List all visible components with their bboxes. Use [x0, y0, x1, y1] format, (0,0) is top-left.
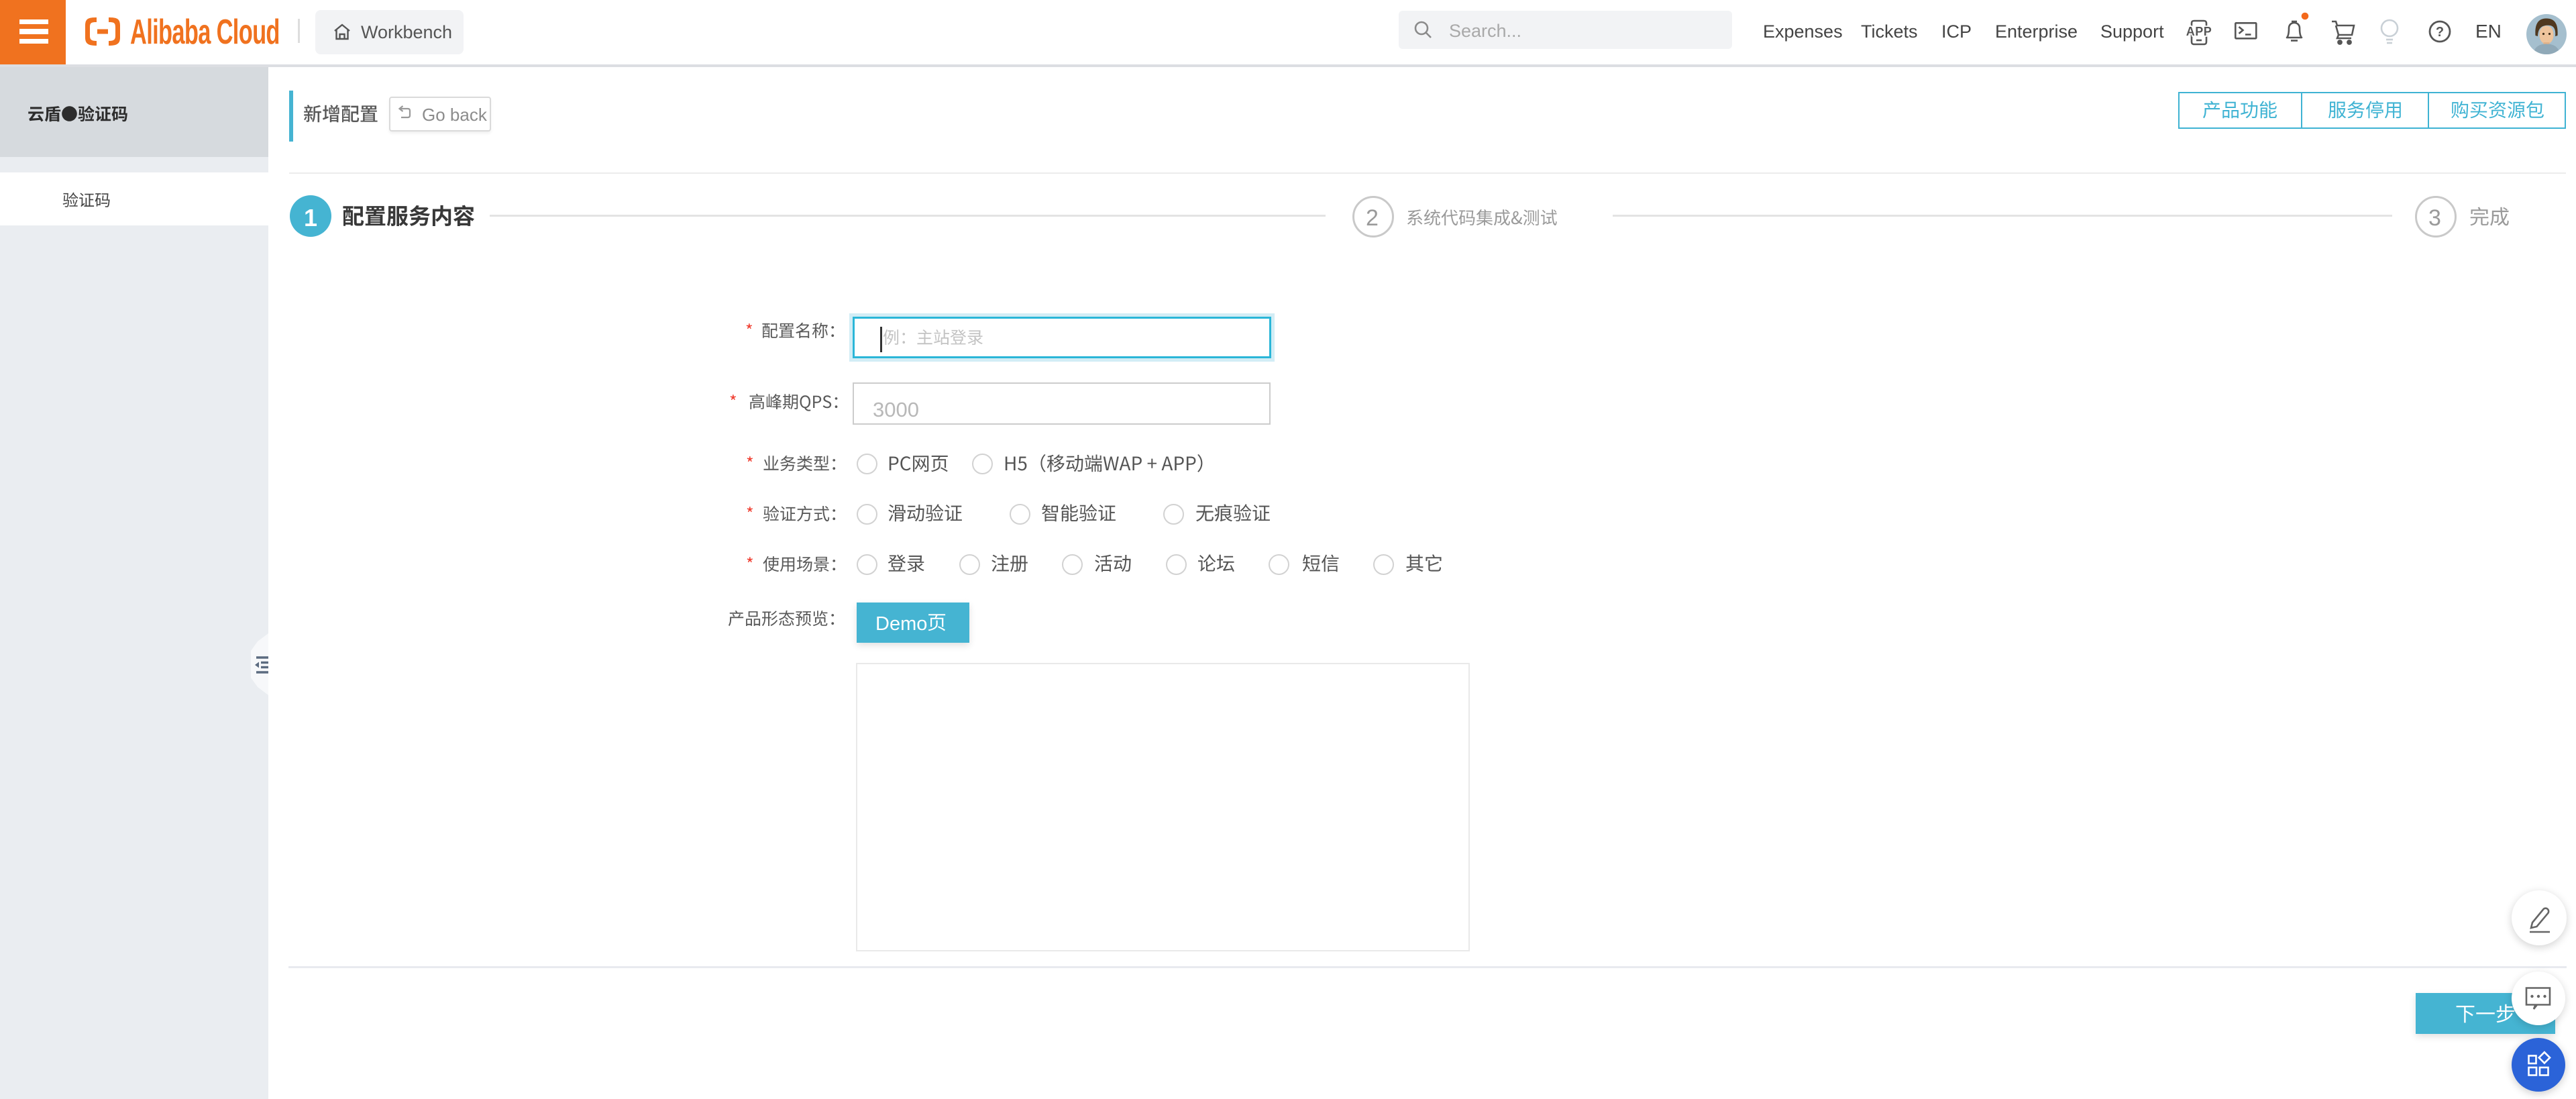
svg-text:?: ?	[2436, 25, 2444, 40]
svg-text:APP: APP	[2186, 25, 2212, 38]
